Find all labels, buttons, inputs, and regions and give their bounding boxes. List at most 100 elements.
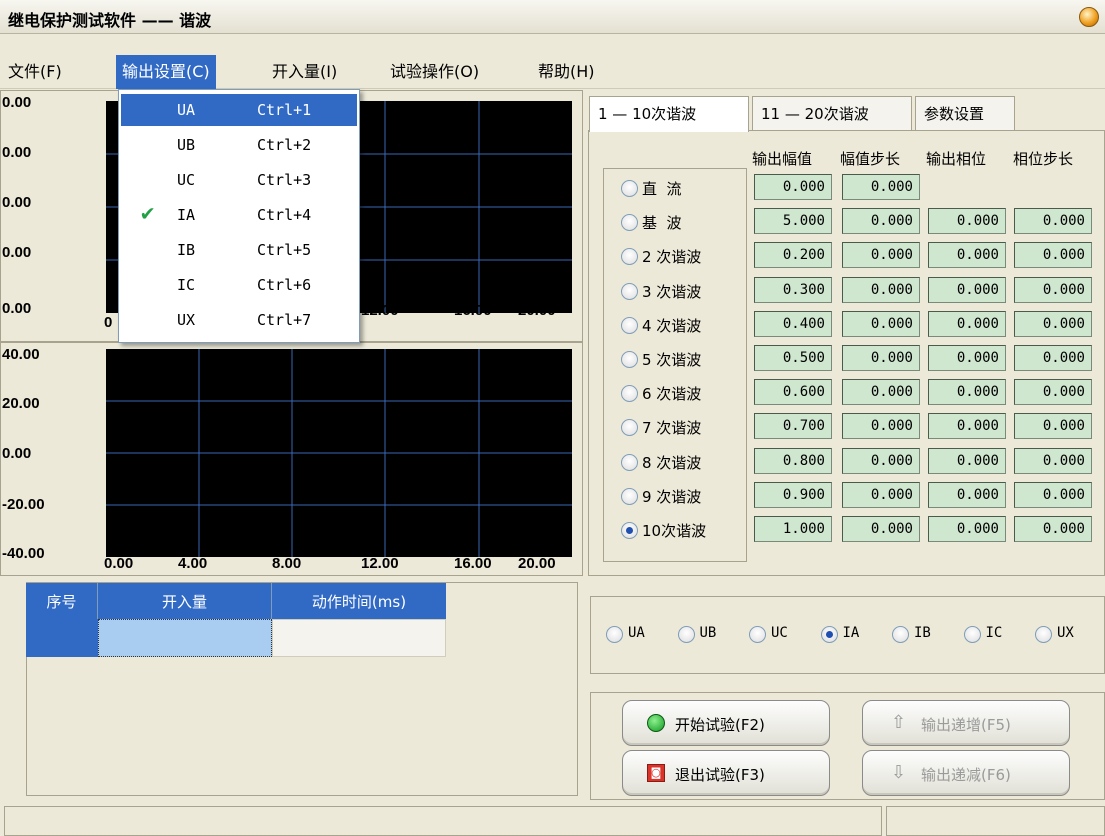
harmonic-radio[interactable] xyxy=(621,487,638,505)
table-cell[interactable] xyxy=(272,619,446,657)
menu-item-label: UB xyxy=(177,136,196,154)
harmonic-value-field[interactable]: 1.000 xyxy=(754,516,832,542)
menu-binary-input[interactable]: 开入量(I) xyxy=(266,55,343,89)
harmonic-value-field[interactable]: 0.000 xyxy=(1014,413,1092,440)
column-header-binary-input[interactable]: 开入量 xyxy=(98,583,272,619)
channel-radio-ux[interactable] xyxy=(1035,626,1052,643)
table-row-selector[interactable] xyxy=(26,619,98,657)
harmonic-value-field[interactable]: 0.000 xyxy=(928,208,1006,235)
harmonic-value-field[interactable]: 0.000 xyxy=(842,447,920,474)
harmonic-value-field[interactable]: 0.300 xyxy=(754,276,832,303)
menu-output-settings[interactable]: 输出设置(C) xyxy=(116,55,216,89)
harmonic-value-field[interactable]: 0.000 xyxy=(1014,516,1092,542)
harmonic-value-field[interactable]: 0.000 xyxy=(928,345,1006,371)
waveform-plot-2 xyxy=(106,349,572,557)
harmonic-radio[interactable] xyxy=(621,522,638,539)
harmonic-value-field[interactable]: 0.000 xyxy=(842,481,920,508)
harmonic-value-field[interactable]: 0.000 xyxy=(1014,447,1092,474)
output-increase-button[interactable]: ⇧ 输出递增(F5) xyxy=(862,700,1070,746)
table-cell-selected[interactable] xyxy=(98,619,272,657)
menu-item-ub[interactable]: UB Ctrl+2 xyxy=(121,129,357,161)
column-header-index[interactable]: 序号 xyxy=(26,583,98,619)
menu-file[interactable]: 文件(F) xyxy=(2,55,68,89)
harmonic-value-field[interactable]: 0.900 xyxy=(754,481,832,508)
menu-item-shortcut: Ctrl+3 xyxy=(257,171,312,189)
menu-item-ic[interactable]: IC Ctrl+6 xyxy=(121,269,357,301)
harmonic-value-field[interactable]: 0.000 xyxy=(928,310,1006,337)
menu-item-ia[interactable]: ✔ IA Ctrl+4 xyxy=(121,199,357,231)
harmonic-value-field[interactable]: 0.500 xyxy=(754,345,832,371)
harmonic-value-field[interactable]: 0.400 xyxy=(754,310,832,337)
harmonic-value-field[interactable]: 0.000 xyxy=(1014,481,1092,508)
channel-radio-ib[interactable] xyxy=(892,626,909,643)
menu-item-shortcut: Ctrl+6 xyxy=(257,276,312,294)
harmonic-radio[interactable] xyxy=(621,282,638,300)
channel-label: UB xyxy=(699,625,717,641)
exit-test-button[interactable]: ◙ 退出试验(F3) xyxy=(622,750,830,796)
harmonic-value-field[interactable]: 0.000 xyxy=(1014,276,1092,303)
harmonic-value-field[interactable]: 0.000 xyxy=(842,174,920,200)
harmonic-value-field[interactable]: 0.000 xyxy=(1014,242,1092,269)
harmonic-value-field[interactable]: 0.700 xyxy=(754,413,832,440)
channel-radio-ua[interactable] xyxy=(606,626,623,643)
plot1-x-tick: 0 xyxy=(104,314,113,331)
harmonic-value-field[interactable]: 0.200 xyxy=(754,242,832,269)
stop-icon: ◙ xyxy=(647,764,665,782)
plot1-x-tick: 16.00 xyxy=(454,302,492,319)
harmonic-value-field[interactable]: 0.000 xyxy=(842,276,920,303)
harmonic-radio[interactable] xyxy=(621,316,638,334)
channel-radio-ia[interactable] xyxy=(820,626,838,643)
channel-radio-ub[interactable] xyxy=(677,626,695,643)
harmonic-value-field[interactable]: 0.000 xyxy=(928,413,1006,440)
menu-test-operation[interactable]: 试验操作(O) xyxy=(384,55,485,89)
plot2-y-tick: 20.00 xyxy=(2,395,40,412)
harmonic-value-field[interactable]: 0.000 xyxy=(842,379,920,406)
output-increase-label: 输出递增(F5) xyxy=(921,716,1011,734)
harmonic-value-field[interactable]: 0.000 xyxy=(842,413,920,440)
harmonic-value-field[interactable]: 0.000 xyxy=(842,208,920,235)
channel-radio-uc[interactable] xyxy=(749,626,766,643)
menu-item-ua[interactable]: UA Ctrl+1 xyxy=(121,94,357,126)
harmonic-label: 9 次谐波 xyxy=(642,487,702,506)
channel-radio-ic[interactable] xyxy=(963,626,981,643)
tab-harmonics-1-10[interactable]: 1 — 10次谐波 xyxy=(589,96,749,132)
harmonic-value-field[interactable]: 5.000 xyxy=(754,208,832,235)
harmonic-value-field[interactable]: 0.000 xyxy=(1014,310,1092,337)
start-icon xyxy=(647,714,665,732)
harmonic-value-field[interactable]: 0.000 xyxy=(842,516,920,542)
harmonic-value-field[interactable]: 0.000 xyxy=(928,379,1006,406)
menu-item-uc[interactable]: UC Ctrl+3 xyxy=(121,164,357,196)
harmonic-value-field[interactable]: 0.000 xyxy=(1014,208,1092,235)
harmonic-value-field[interactable]: 0.000 xyxy=(928,516,1006,542)
harmonic-value-field[interactable]: 0.000 xyxy=(842,345,920,371)
harmonic-value-field[interactable]: 0.000 xyxy=(928,481,1006,508)
window-orb-icon[interactable] xyxy=(1079,7,1099,27)
menu-help[interactable]: 帮助(H) xyxy=(532,55,601,89)
harmonic-value-field[interactable]: 0.000 xyxy=(928,242,1006,269)
harmonic-radio[interactable] xyxy=(621,351,638,368)
tab-harmonics-11-20[interactable]: 11 — 20次谐波 xyxy=(752,96,912,130)
menu-item-label: UX xyxy=(177,311,196,329)
start-test-button[interactable]: 开始试验(F2) xyxy=(622,700,830,746)
harmonic-value-field[interactable]: 0.000 xyxy=(928,276,1006,303)
harmonic-value-field[interactable]: 0.000 xyxy=(1014,345,1092,371)
menu-item-ux[interactable]: UX Ctrl+7 xyxy=(121,304,357,336)
harmonic-value-field[interactable]: 0.000 xyxy=(928,447,1006,474)
menu-item-ib[interactable]: IB Ctrl+5 xyxy=(121,234,357,266)
event-table: 序号 开入量 动作时间(ms) xyxy=(26,583,446,657)
harmonic-value-field[interactable]: 0.800 xyxy=(754,447,832,474)
harmonic-value-field[interactable]: 0.600 xyxy=(754,379,832,406)
harmonic-radio[interactable] xyxy=(621,453,638,471)
output-decrease-button[interactable]: ⇩ 输出递减(F6) xyxy=(862,750,1070,796)
harmonic-value-field[interactable]: 0.000 xyxy=(754,174,832,200)
harmonic-label: 2 次谐波 xyxy=(642,248,702,267)
tab-parameter-settings[interactable]: 参数设置 xyxy=(915,96,1015,130)
harmonic-value-field[interactable]: 0.000 xyxy=(1014,379,1092,406)
column-amplitude-step: 幅值步长 xyxy=(840,150,901,168)
menu-item-label: IB xyxy=(177,241,196,259)
harmonic-value-field[interactable]: 0.000 xyxy=(842,310,920,337)
harmonic-radio[interactable] xyxy=(621,180,638,197)
harmonic-value-field[interactable]: 0.000 xyxy=(842,242,920,269)
column-header-action-time[interactable]: 动作时间(ms) xyxy=(272,583,446,619)
window-title: 继电保护测试软件 —— 谐波 xyxy=(8,11,212,30)
